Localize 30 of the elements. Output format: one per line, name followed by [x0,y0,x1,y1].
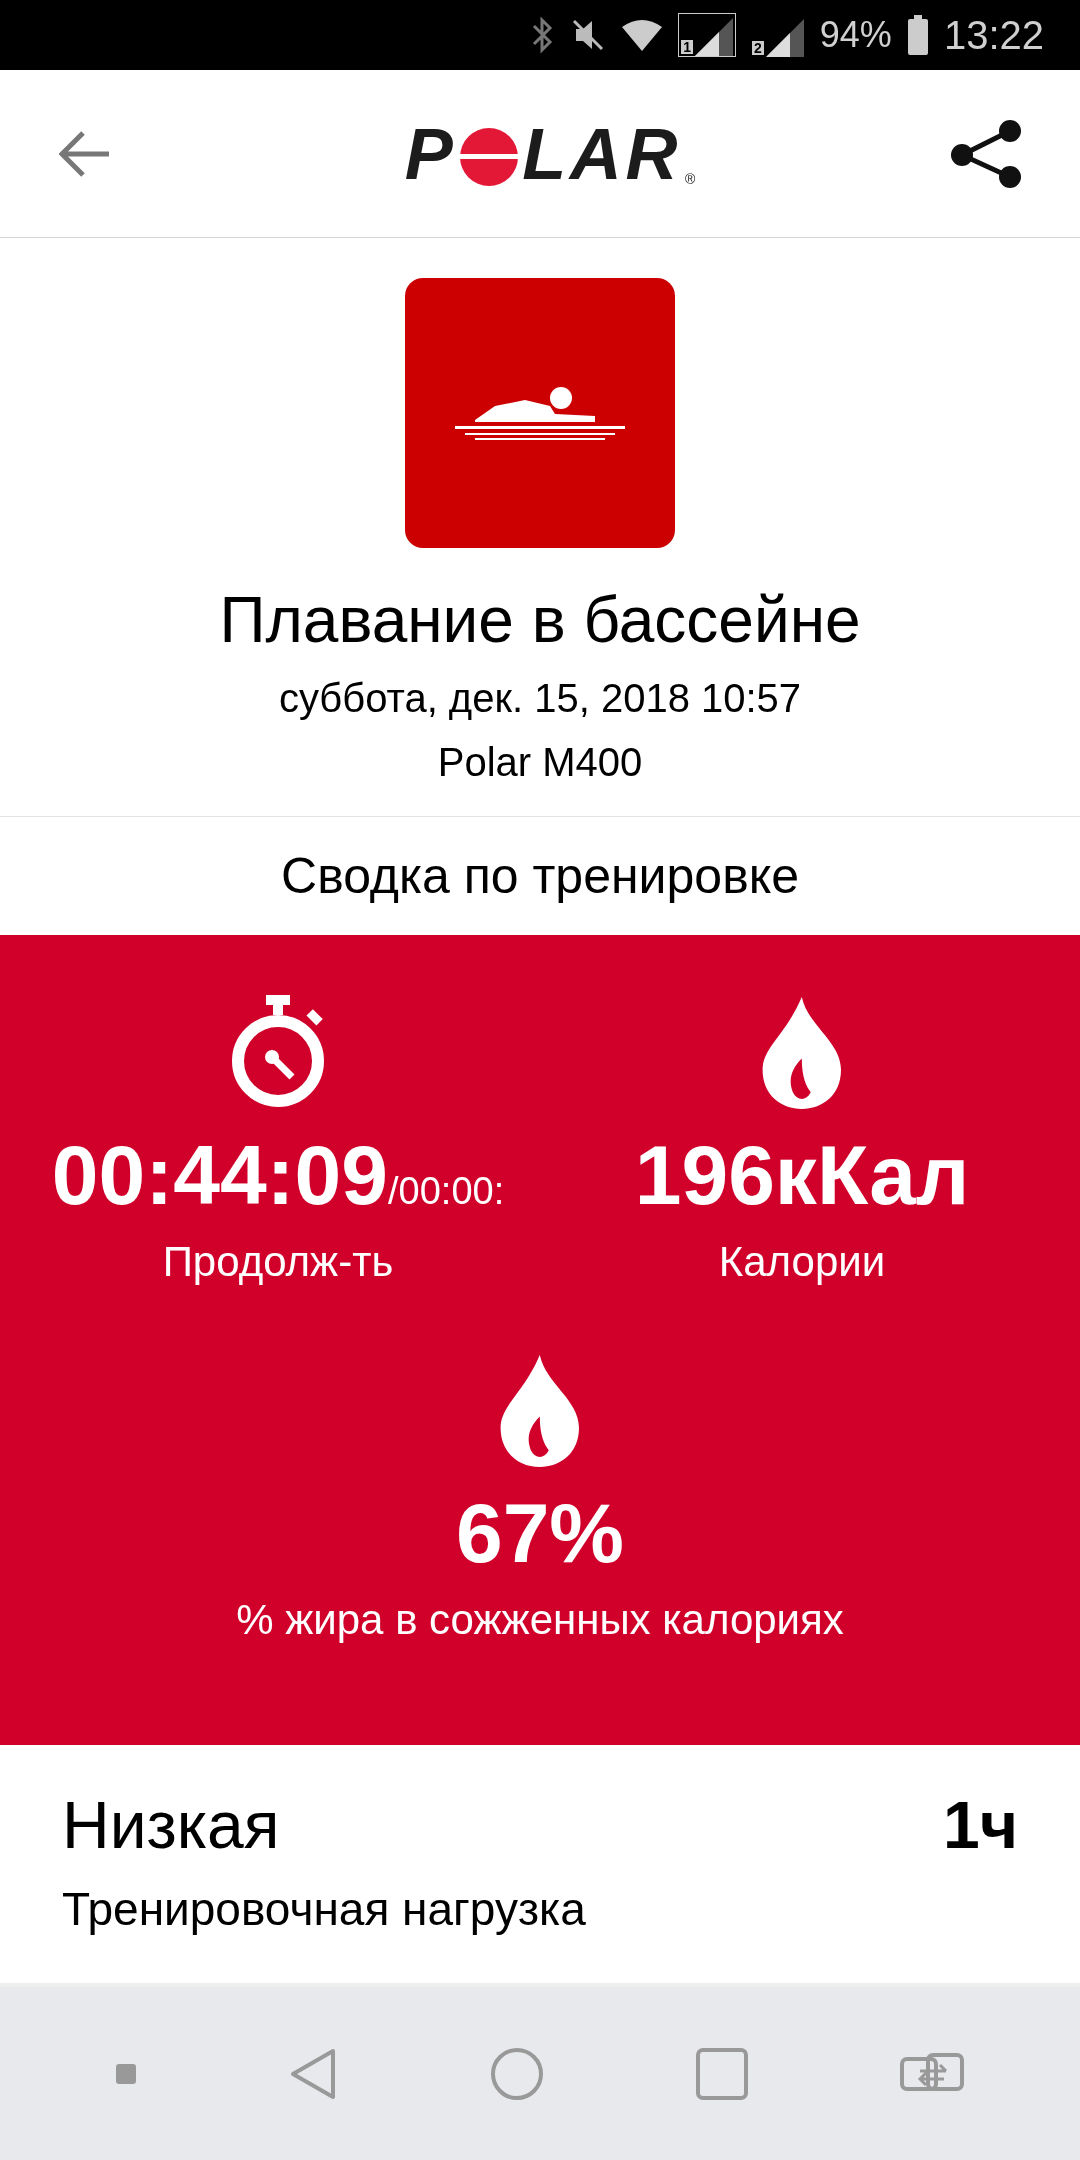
stat-value: 196кКал [634,1133,970,1217]
wifi-icon [622,19,663,51]
activity-title: Плавание в бассейне [219,583,861,658]
stat-value: 00:44:09 [51,1133,388,1217]
back-arrow-icon [59,130,109,177]
stat-label: Калории [718,1241,886,1283]
clock: 13:22 [943,12,1044,59]
device-name: Polar M400 [437,739,643,786]
sim-label: 1 [681,40,694,54]
home-circle-icon[interactable] [490,2046,544,2101]
recents-square-icon[interactable] [696,2047,748,2100]
battery-icon [907,15,928,55]
share-icon [948,118,1024,189]
back-triangle-icon[interactable] [288,2046,338,2101]
summary-title: Сводка по тренировке [281,846,799,906]
stat-extra-value: /00:00: [388,1172,505,1210]
bluetooth-icon [530,16,555,54]
polar-logo: P LAR® [404,117,696,190]
training-load-level: Низкая [62,1787,280,1865]
training-load-duration: 1ч [942,1787,1018,1865]
activity-date: суббота, дек. 15, 2018 10:57 [278,675,802,722]
stat-label: Продолж-ть [162,1241,394,1283]
signal-icon [765,19,804,57]
stat-label: % жира в сожженных калориях [236,1599,844,1641]
signal-icon [695,18,734,56]
battery-percent: 94% [819,13,892,57]
stat-value: 67% [455,1491,625,1575]
sim-label: 2 [752,41,764,55]
swimmer-icon [455,386,625,440]
training-load-label: Тренировочная нагрузка [62,1881,587,1937]
